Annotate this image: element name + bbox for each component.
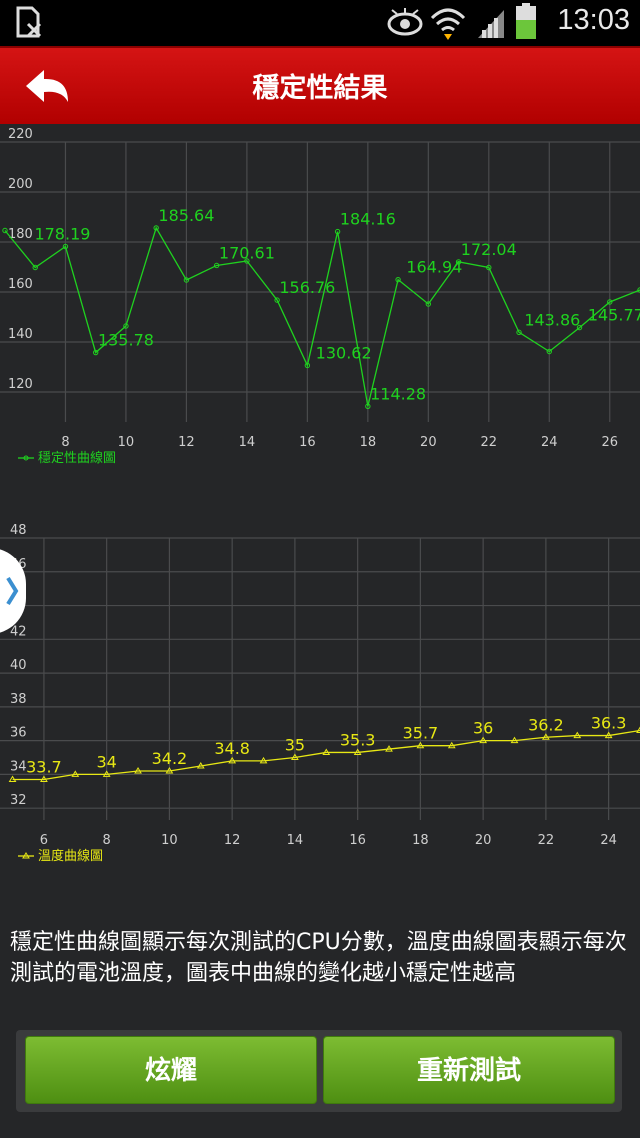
y-tick-label: 48 (10, 523, 27, 538)
data-label: 36.2 (528, 715, 564, 734)
retest-button[interactable]: 重新測試 (323, 1036, 615, 1104)
data-label: 34 (96, 752, 116, 771)
legend-label: 穩定性曲線圖 (38, 450, 116, 466)
data-label: 35.3 (340, 730, 376, 749)
wifi-icon (430, 8, 466, 40)
y-tick-label: 140 (8, 327, 33, 342)
y-tick-label: 38 (10, 692, 27, 707)
y-tick-label: 220 (8, 127, 33, 142)
data-label: 170.61 (219, 243, 275, 262)
x-tick-label: 16 (299, 435, 316, 450)
status-bar: 13:03 (0, 0, 640, 46)
y-tick-label: 32 (10, 793, 27, 808)
side-panel-handle[interactable] (0, 548, 26, 634)
data-label: 33.7 (26, 757, 62, 776)
stability-chart: 8 10 12 14 16 18 20 22 24 26120140160180200220178… (0, 127, 640, 466)
eye-icon (387, 8, 423, 36)
x-tick-label: 8 (61, 435, 69, 450)
x-tick-label: 24 (541, 435, 558, 450)
x-tick-label: 12 (178, 435, 195, 450)
legend-label: 溫度曲線圖 (38, 848, 103, 864)
data-label: 178.19 (34, 225, 90, 244)
data-label: 35 (285, 736, 305, 755)
data-label: 184.16 (340, 210, 396, 229)
y-tick-label: 120 (8, 377, 33, 392)
status-icons (16, 3, 536, 40)
data-label: 185.64 (158, 206, 214, 225)
data-label: 156.76 (279, 278, 335, 297)
y-tick-label: 40 (10, 658, 27, 673)
data-label: 164.94 (406, 258, 462, 277)
data-label: 35.7 (403, 724, 439, 743)
x-tick-label: 26 (601, 435, 618, 450)
data-label: 34.8 (214, 739, 250, 758)
x-tick-label: 10 (118, 435, 135, 450)
x-tick-label: 8 (103, 833, 111, 848)
title-bar: 穩定性結果 (0, 46, 640, 124)
y-tick-label: 200 (8, 177, 33, 192)
x-tick-label: 20 (475, 833, 492, 848)
description-text: 穩定性曲線圖顯示每次測試的CPU分數，溫度曲線圖表顯示每次測試的電池溫度，圖表中… (10, 930, 627, 986)
data-label: 172.04 (461, 240, 517, 259)
sim-card-icon (16, 6, 42, 38)
battery-icon (516, 3, 536, 39)
temperature-chart: 68101214161820222432343638404244464833.7… (0, 523, 640, 864)
x-tick-label: 14 (239, 435, 256, 450)
x-tick-label: 6 (40, 833, 48, 848)
bottom-button-bar: 炫耀 重新測試 (16, 1030, 622, 1112)
chevron-right-icon (6, 576, 19, 606)
data-label: 36.3 (591, 714, 627, 733)
data-label: 34.2 (152, 749, 188, 768)
y-tick-label: 36 (10, 726, 27, 741)
x-tick-label: 18 (412, 833, 429, 848)
x-tick-label: 14 (287, 833, 304, 848)
x-tick-label: 16 (349, 833, 366, 848)
data-label: 114.28 (370, 384, 426, 403)
x-tick-label: 24 (600, 833, 617, 848)
data-label: 145.77 (588, 306, 640, 325)
y-tick-label: 34 (10, 759, 27, 774)
page-title: 穩定性結果 (252, 73, 388, 104)
data-label: 143.86 (524, 310, 580, 329)
signal-icon (478, 10, 504, 38)
x-tick-label: 22 (538, 833, 555, 848)
x-tick-label: 12 (224, 833, 241, 848)
y-tick-label: 160 (8, 277, 33, 292)
x-tick-label: 22 (481, 435, 498, 450)
x-tick-label: 10 (161, 833, 178, 848)
data-label: 135.78 (98, 331, 154, 350)
show-off-button[interactable]: 炫耀 (25, 1036, 317, 1104)
data-label: 130.62 (316, 343, 372, 362)
status-time: 13:03 (557, 4, 630, 36)
x-tick-label: 18 (360, 435, 377, 450)
x-tick-label: 20 (420, 435, 437, 450)
data-label: 36 (473, 719, 493, 738)
